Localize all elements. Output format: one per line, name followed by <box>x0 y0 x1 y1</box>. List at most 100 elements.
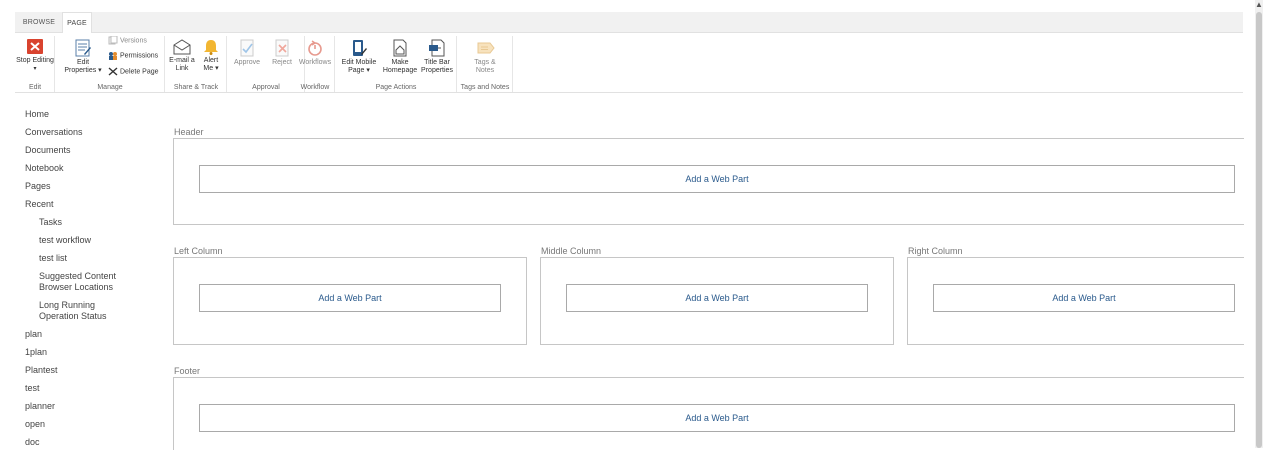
zone-right-column: Add a Web Part <box>907 257 1244 345</box>
nav-item-conversations[interactable]: Conversations <box>25 127 83 138</box>
homepage-icon <box>393 39 407 57</box>
scroll-up-arrow-icon[interactable]: ▲ <box>1255 0 1263 10</box>
approve-button[interactable]: Approve <box>230 39 264 67</box>
nav-item-pages[interactable]: Pages <box>25 181 51 192</box>
vertical-scrollbar[interactable]: ▲ <box>1255 0 1263 448</box>
title-bar-icon <box>429 39 445 57</box>
ribbon-group-share-track: E-mail a Link Alert Me ▾ Share & Track <box>165 33 227 92</box>
make-homepage-button[interactable]: Make Homepage <box>381 39 419 75</box>
versions-button[interactable]: Versions <box>108 36 147 46</box>
zone-footer: Add a Web Part <box>173 377 1244 450</box>
approve-icon <box>240 39 254 57</box>
stop-editing-label: Stop Editing <box>16 57 54 64</box>
nav-item-plan[interactable]: plan <box>25 329 42 340</box>
alert-me-label-1: Alert <box>203 57 219 64</box>
nav-subitem-operation-status[interactable]: Operation Status <box>39 311 107 322</box>
add-web-part-button[interactable]: Add a Web Part <box>566 284 868 312</box>
group-divider <box>512 36 513 92</box>
versions-icon <box>108 36 118 45</box>
zone-label-middle-column: Middle Column <box>541 246 602 256</box>
edit-properties-button[interactable]: Edit Properties ▾ <box>61 39 105 75</box>
nav-item-open[interactable]: open <box>25 419 45 430</box>
nav-item-planner[interactable]: planner <box>25 401 55 412</box>
edit-mobile-label-1: Edit Mobile <box>341 59 377 66</box>
edit-properties-label-2: Properties ▾ <box>64 67 102 74</box>
ribbon: Stop Editing ▾ Edit Edit Properties ▾ Ve… <box>15 33 1243 93</box>
nav-item-notebook[interactable]: Notebook <box>25 163 64 174</box>
reject-label: Reject <box>272 59 292 66</box>
edit-properties-icon <box>75 39 91 57</box>
nav-subitem-test-list[interactable]: test list <box>39 253 67 264</box>
ribbon-group-workflow: Workflows Workflow <box>295 33 335 92</box>
tags-notes-button[interactable]: Tags & Notes <box>465 39 505 75</box>
nav-item-1plan[interactable]: 1plan <box>25 347 47 358</box>
ribbon-group-tags-notes: Tags & Notes Tags and Notes <box>457 33 513 92</box>
versions-label: Versions <box>120 37 147 45</box>
tags-notes-label-1: Tags & <box>474 59 496 66</box>
add-web-part-button[interactable]: Add a Web Part <box>933 284 1235 312</box>
add-web-part-button[interactable]: Add a Web Part <box>199 404 1235 432</box>
ribbon-tab-bar: BROWSE PAGE <box>15 12 1243 33</box>
stop-editing-button[interactable]: Stop Editing ▾ <box>15 39 55 73</box>
zone-label-footer: Footer <box>174 366 201 376</box>
group-label-manage: Manage <box>97 84 123 91</box>
nav-subitem-browser-locations[interactable]: Browser Locations <box>39 282 113 293</box>
delete-page-label: Delete Page <box>120 68 159 76</box>
workflows-icon <box>308 40 322 56</box>
nav-item-test[interactable]: test <box>25 383 40 394</box>
title-bar-label-2: Properties <box>421 67 453 74</box>
ribbon-group-edit: Stop Editing ▾ Edit <box>15 33 55 92</box>
zone-middle-column: Add a Web Part <box>540 257 894 345</box>
edit-mobile-label-2: Page ▾ <box>348 67 370 74</box>
group-label-edit: Edit <box>28 84 42 91</box>
edit-mobile-page-button[interactable]: Edit Mobile Page ▾ <box>338 39 380 75</box>
edit-mobile-icon <box>353 40 367 56</box>
title-bar-label-1: Title Bar <box>424 59 450 66</box>
nav-item-documents[interactable]: Documents <box>25 145 71 156</box>
ribbon-group-approval: Approve Reject Approval <box>227 33 305 92</box>
tab-browse[interactable]: BROWSE <box>19 12 59 32</box>
tab-page[interactable]: PAGE <box>62 12 92 33</box>
make-homepage-label-2: Homepage <box>382 67 418 74</box>
zone-header: Add a Web Part <box>173 138 1244 225</box>
make-homepage-label-1: Make <box>391 59 409 66</box>
nav-item-home[interactable]: Home <box>25 109 49 120</box>
nav-item-plantest[interactable]: Plantest <box>25 365 58 376</box>
delete-page-button[interactable]: Delete Page <box>108 67 159 77</box>
ribbon-group-page-actions: Edit Mobile Page ▾ Make Homepage Title B… <box>335 33 457 92</box>
nav-item-doc[interactable]: doc <box>25 437 40 448</box>
zone-label-header: Header <box>174 127 204 137</box>
nav-subitem-suggested-content[interactable]: Suggested Content <box>39 271 116 282</box>
group-label-page-actions: Page Actions <box>375 84 417 91</box>
group-label-workflow: Workflow <box>300 84 330 91</box>
edit-properties-label-1: Edit <box>76 59 90 66</box>
email-link-button[interactable]: E-mail a Link <box>168 39 196 73</box>
alert-me-label-2: Me ▾ <box>203 65 219 72</box>
group-label-approval: Approval <box>252 84 280 91</box>
ribbon-group-manage: Edit Properties ▾ Versions Permissions D… <box>55 33 165 92</box>
email-link-label-2: Link <box>175 65 189 72</box>
title-bar-properties-button[interactable]: Title Bar Properties <box>419 39 455 75</box>
reject-icon <box>275 39 289 57</box>
add-web-part-button[interactable]: Add a Web Part <box>199 284 501 312</box>
permissions-button[interactable]: Permissions <box>108 51 158 61</box>
scrollbar-thumb[interactable] <box>1256 12 1262 448</box>
workflows-button[interactable]: Workflows <box>296 39 334 67</box>
zone-label-right-column: Right Column <box>908 246 963 256</box>
permissions-icon <box>109 52 117 60</box>
chevron-down-icon: ▾ <box>33 66 37 72</box>
add-web-part-button[interactable]: Add a Web Part <box>199 165 1235 193</box>
nav-subitem-long-running[interactable]: Long Running <box>39 300 95 311</box>
approve-label: Approve <box>233 59 261 66</box>
zone-left-column: Add a Web Part <box>173 257 527 345</box>
bell-icon <box>204 40 218 55</box>
nav-item-recent[interactable]: Recent <box>25 199 54 210</box>
reject-button[interactable]: Reject <box>267 39 297 67</box>
permissions-label: Permissions <box>120 52 159 60</box>
alert-me-button[interactable]: Alert Me ▾ <box>197 39 225 73</box>
tags-icon <box>477 42 495 54</box>
nav-subitem-test-workflow[interactable]: test workflow <box>39 235 91 246</box>
nav-subitem-tasks[interactable]: Tasks <box>39 217 62 228</box>
delete-icon <box>108 67 118 76</box>
workflows-label: Workflows <box>298 59 332 66</box>
